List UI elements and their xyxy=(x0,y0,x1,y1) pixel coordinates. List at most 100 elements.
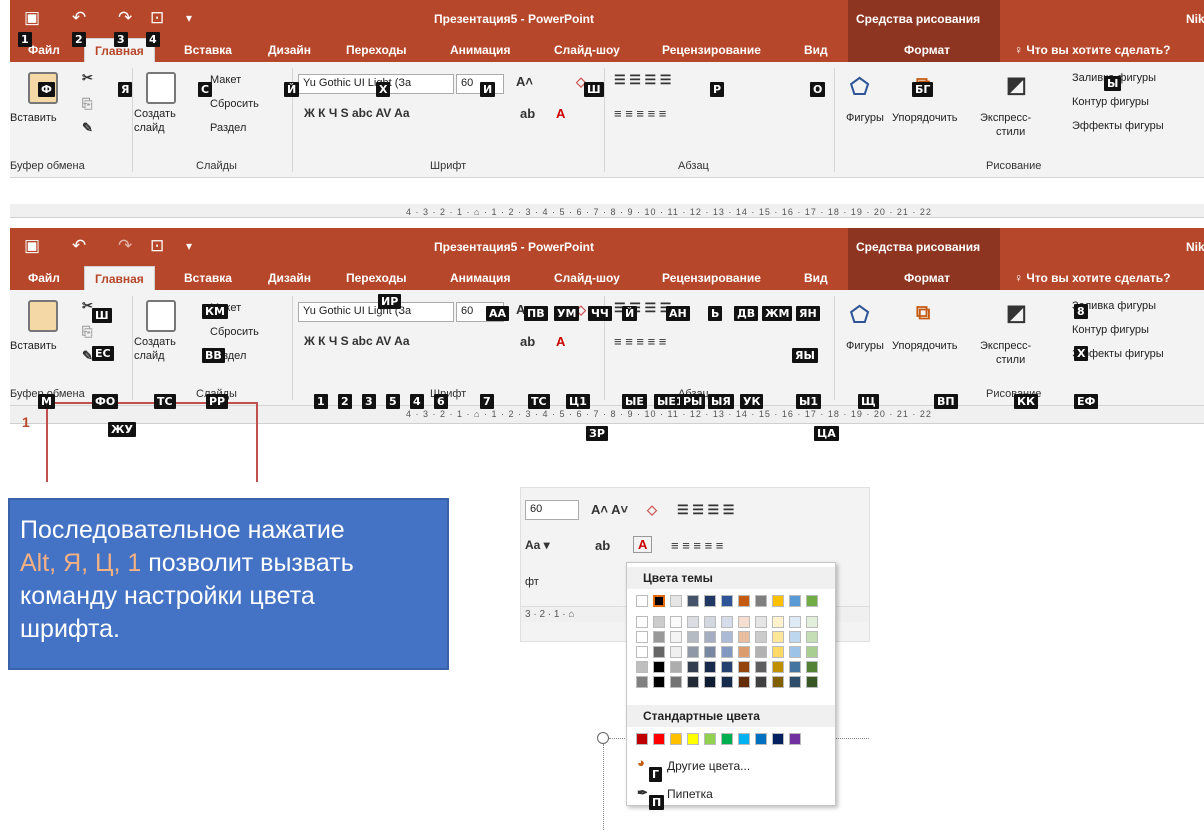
color-swatch[interactable] xyxy=(721,616,733,628)
quick-styles-line1[interactable]: Экспресс- xyxy=(980,112,1031,124)
tab-review[interactable]: Рецензирование xyxy=(662,43,761,57)
tab-transitions[interactable]: Переходы xyxy=(346,271,407,285)
tab-slideshow[interactable]: Слайд-шоу xyxy=(554,271,620,285)
standard-color-swatch[interactable] xyxy=(687,733,699,745)
color-swatch[interactable] xyxy=(755,676,767,688)
standard-color-swatch[interactable] xyxy=(670,733,682,745)
color-swatch[interactable] xyxy=(670,616,682,628)
color-swatch[interactable] xyxy=(704,631,716,643)
save-icon[interactable]: ▣ xyxy=(24,9,40,27)
color-swatch[interactable] xyxy=(721,661,733,673)
color-swatch[interactable] xyxy=(806,661,818,673)
customize-qat-icon[interactable]: ▾ xyxy=(186,9,192,27)
color-swatch[interactable] xyxy=(772,631,784,643)
paste-icon[interactable] xyxy=(28,300,58,332)
tab-review[interactable]: Рецензирование xyxy=(662,271,761,285)
tell-me-box[interactable]: ♀ Что вы хотите сделать? xyxy=(1014,43,1171,57)
color-swatch[interactable] xyxy=(772,595,784,607)
color-swatch[interactable] xyxy=(738,616,750,628)
color-swatch[interactable] xyxy=(636,661,648,673)
redo-icon[interactable]: ↷ xyxy=(118,9,132,27)
shape-outline-button[interactable]: Контур фигуры xyxy=(1072,324,1149,336)
arrange-button[interactable]: Упорядочить xyxy=(892,340,957,352)
color-swatch[interactable] xyxy=(772,676,784,688)
align-icons[interactable]: ≡ ≡ ≡ ≡ ≡ xyxy=(614,334,666,349)
bullets-icon[interactable]: ☰ ☰ ☰ ☰ xyxy=(614,72,671,88)
shapes-button[interactable]: Фигуры xyxy=(846,340,884,352)
copy-icon[interactable]: ⎘ xyxy=(82,96,92,112)
color-swatch[interactable] xyxy=(653,595,665,607)
standard-color-swatch[interactable] xyxy=(755,733,767,745)
reset-button[interactable]: Сбросить xyxy=(210,326,259,338)
font-color-icon[interactable]: A xyxy=(556,334,565,349)
eyedropper-item[interactable]: Пипетка xyxy=(667,787,713,801)
tab-transitions[interactable]: Переходы xyxy=(346,43,407,57)
color-swatch[interactable] xyxy=(636,676,648,688)
new-slide-icon[interactable] xyxy=(146,300,176,332)
grow-font-icon[interactable]: A˄ A˅ xyxy=(591,502,628,517)
quick-styles-icon[interactable]: ◩ xyxy=(1006,300,1027,326)
color-swatch[interactable] xyxy=(721,676,733,688)
standard-color-swatch[interactable] xyxy=(653,733,665,745)
slide-thumbnail[interactable] xyxy=(46,402,258,482)
color-swatch[interactable] xyxy=(636,646,648,658)
arrange-button[interactable]: Упорядочить xyxy=(892,112,957,124)
highlight-icon[interactable]: ab xyxy=(595,538,610,553)
start-from-beginning-icon[interactable]: ⊡ xyxy=(150,9,164,27)
color-swatch[interactable] xyxy=(687,616,699,628)
highlight-icon[interactable]: ab xyxy=(520,106,535,121)
quick-styles-line1[interactable]: Экспресс- xyxy=(980,340,1031,352)
tab-file[interactable]: Файл xyxy=(28,43,60,57)
layout-button[interactable]: Макет xyxy=(210,74,241,86)
new-slide-button-line1[interactable]: Создать xyxy=(134,336,176,348)
shape-effects-button[interactable]: Эффекты фигуры xyxy=(1072,120,1164,132)
shapes-button[interactable]: Фигуры xyxy=(846,112,884,124)
undo-icon[interactable]: ↶ xyxy=(72,9,86,27)
color-swatch[interactable] xyxy=(721,595,733,607)
customize-qat-icon[interactable]: ▾ xyxy=(186,237,192,255)
tab-view[interactable]: Вид xyxy=(804,43,828,57)
font-format-row[interactable]: Ж К Ч S abc AV Aa xyxy=(304,334,410,348)
color-swatch[interactable] xyxy=(636,595,648,607)
tab-file[interactable]: Файл xyxy=(28,271,60,285)
color-swatch[interactable] xyxy=(653,616,665,628)
section-button[interactable]: Раздел xyxy=(210,122,246,134)
color-swatch[interactable] xyxy=(806,595,818,607)
standard-color-swatch[interactable] xyxy=(704,733,716,745)
color-swatch[interactable] xyxy=(806,631,818,643)
color-swatch[interactable] xyxy=(772,646,784,658)
color-swatch[interactable] xyxy=(738,646,750,658)
color-swatch[interactable] xyxy=(687,676,699,688)
color-swatch[interactable] xyxy=(721,631,733,643)
color-swatch[interactable] xyxy=(806,676,818,688)
shapes-icon[interactable]: ⬠ xyxy=(850,74,869,100)
color-swatch[interactable] xyxy=(738,595,750,607)
user-name[interactable]: Niko xyxy=(1186,240,1204,254)
color-swatch[interactable] xyxy=(721,646,733,658)
grow-font-icon[interactable]: A˄ xyxy=(516,74,533,89)
tab-design[interactable]: Дизайн xyxy=(268,271,311,285)
color-swatch[interactable] xyxy=(789,661,801,673)
color-swatch[interactable] xyxy=(755,595,767,607)
color-swatch[interactable] xyxy=(670,661,682,673)
color-swatch[interactable] xyxy=(738,676,750,688)
color-swatch[interactable] xyxy=(789,631,801,643)
tab-animations[interactable]: Анимация xyxy=(450,43,510,57)
change-case-icon[interactable]: Aa ▾ xyxy=(525,538,550,552)
color-swatch[interactable] xyxy=(653,646,665,658)
redo-icon[interactable]: ↷ xyxy=(118,237,132,255)
cut-icon[interactable]: ✂ xyxy=(82,70,93,86)
color-swatch[interactable] xyxy=(704,595,716,607)
font-format-row[interactable]: Ж К Ч S abc AV Aa xyxy=(304,106,410,120)
color-swatch[interactable] xyxy=(670,631,682,643)
tab-view[interactable]: Вид xyxy=(804,271,828,285)
color-swatch[interactable] xyxy=(636,616,648,628)
tab-format[interactable]: Формат xyxy=(904,43,950,57)
color-swatch[interactable] xyxy=(687,646,699,658)
color-swatch[interactable] xyxy=(772,616,784,628)
standard-color-swatch[interactable] xyxy=(636,733,648,745)
arrange-icon[interactable]: ⧉ xyxy=(916,302,930,325)
color-swatch[interactable] xyxy=(670,595,682,607)
color-swatch[interactable] xyxy=(755,631,767,643)
undo-icon[interactable]: ↶ xyxy=(72,237,86,255)
